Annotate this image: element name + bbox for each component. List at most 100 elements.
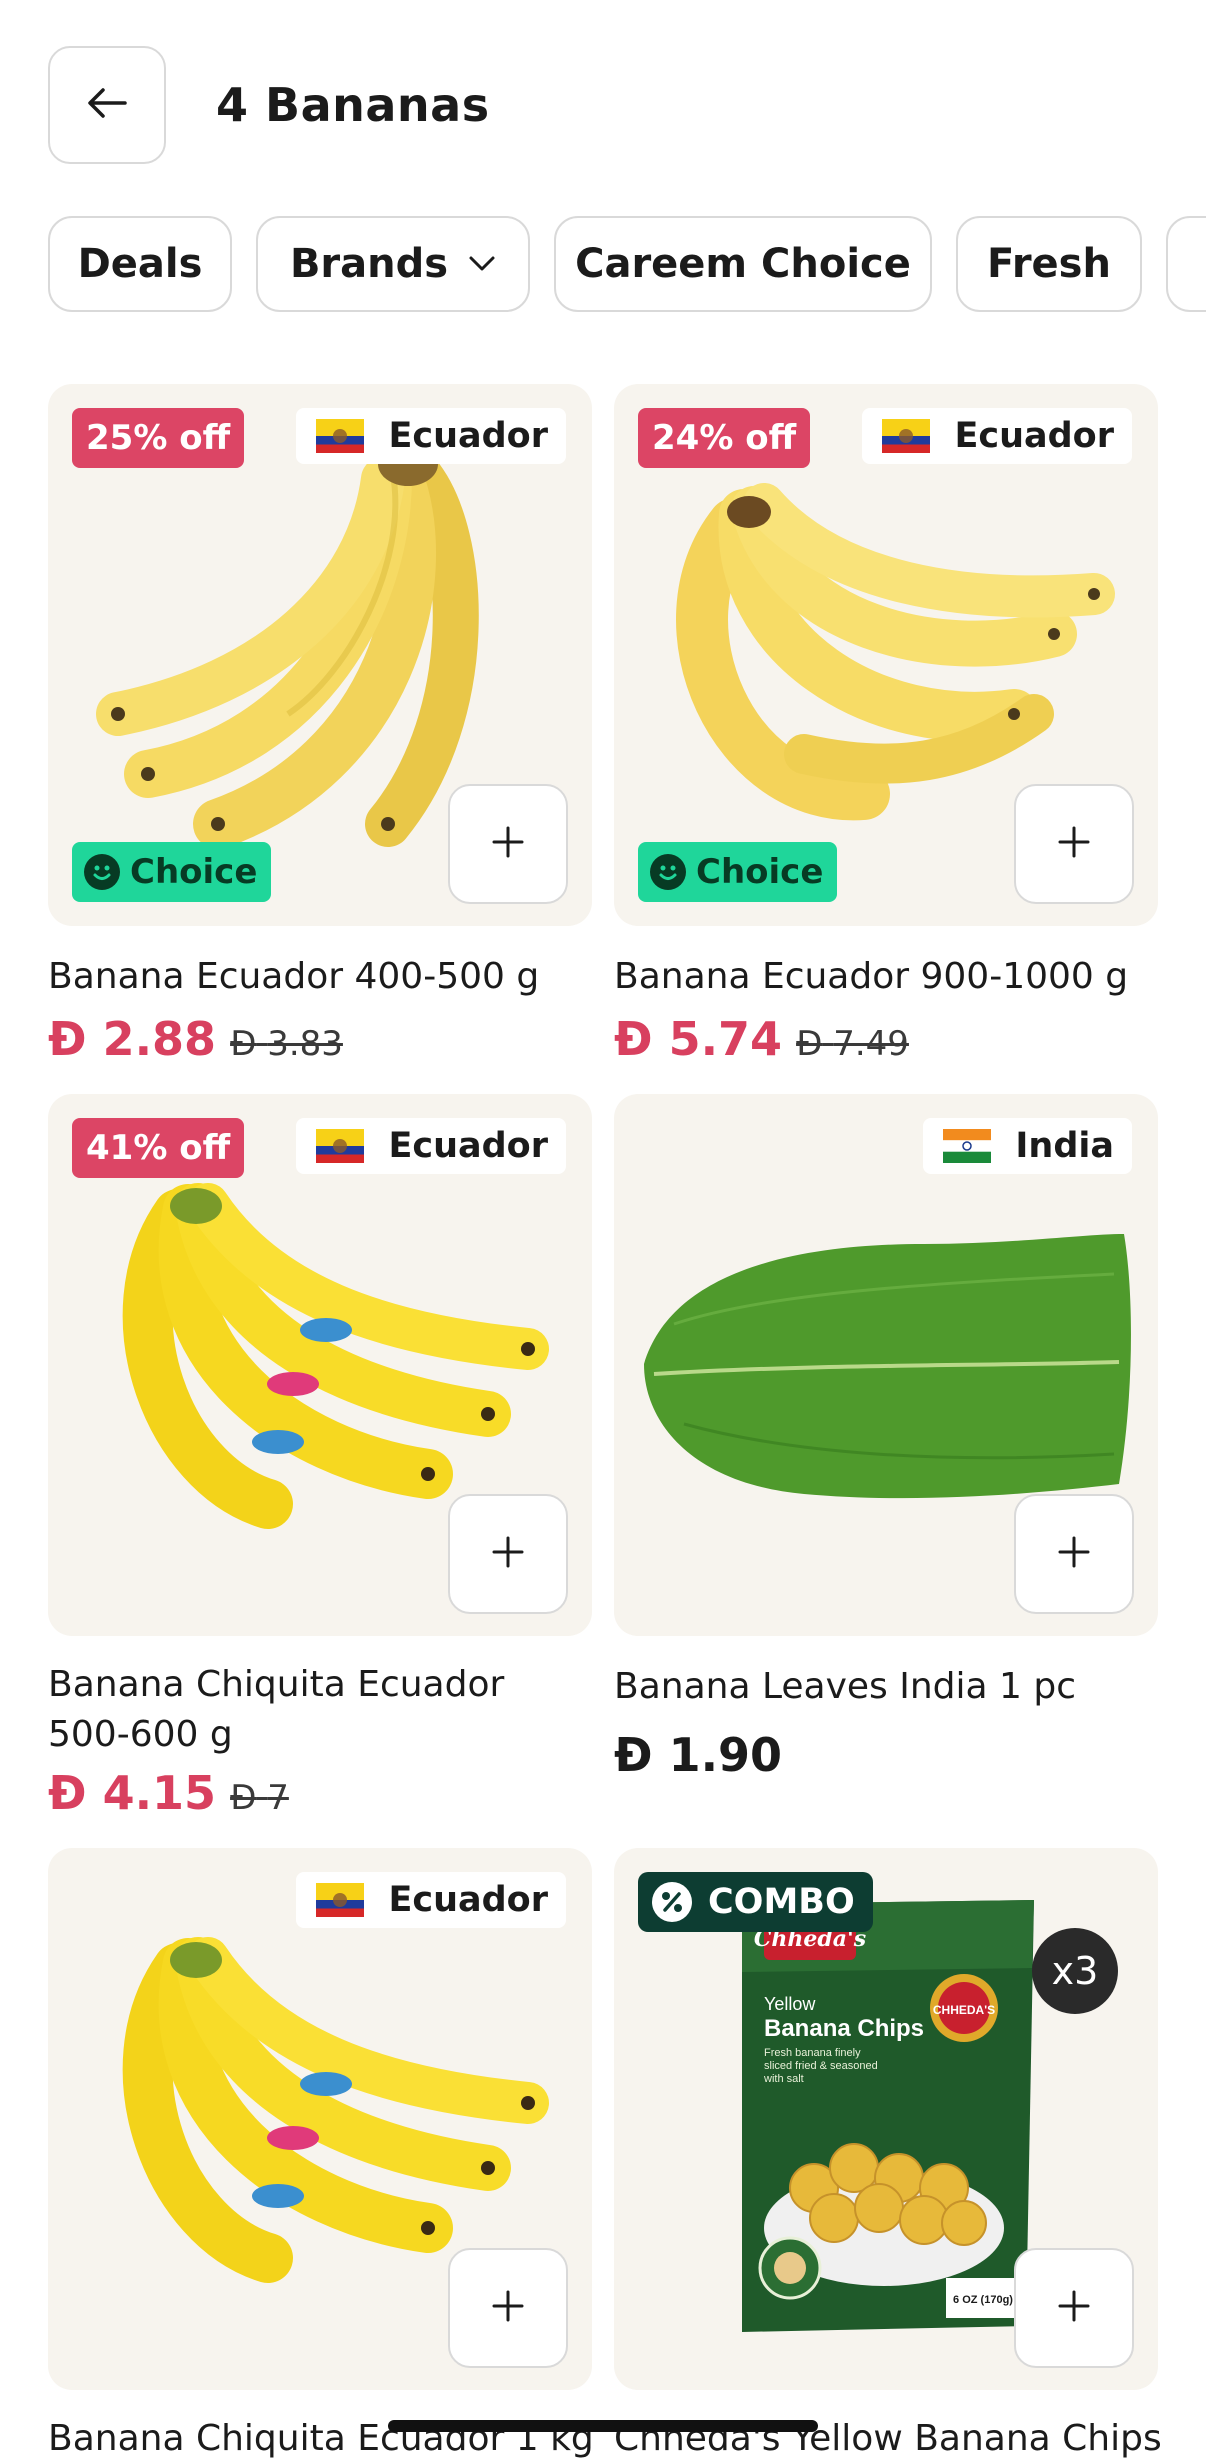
filter-chips: Deals Brands Careem Choice Fresh (0, 216, 1206, 312)
product-name[interactable]: Banana Ecuador 400-500 g (48, 952, 539, 1002)
pack-title-line1: Yellow (764, 1994, 816, 2014)
currency-symbol: Đ (48, 1766, 87, 1820)
price-row: Đ 4.15 Đ 7 (48, 1766, 289, 1820)
smile-icon (650, 854, 686, 890)
price-row: Đ 1.90 (614, 1728, 782, 1782)
price-value: 4.15 (102, 1766, 217, 1820)
origin-badge: Ecuador (862, 408, 1132, 464)
price: Đ 5.74 (614, 1012, 782, 1066)
original-price-value: 3.83 (267, 1024, 343, 1064)
origin-badge: Ecuador (296, 1118, 566, 1174)
back-button[interactable] (48, 46, 166, 164)
product-card[interactable]: India (614, 1094, 1158, 1636)
currency-symbol: Đ (614, 1012, 653, 1066)
add-to-cart-button[interactable] (1014, 784, 1134, 904)
chip-brands[interactable]: Brands (256, 216, 530, 312)
combo-label: COMBO (708, 1882, 855, 1922)
percent-icon (652, 1882, 692, 1922)
product-card[interactable]: 25% off Ecuador Choice (48, 384, 592, 926)
chip-deals[interactable]: Deals (48, 216, 232, 312)
product-name[interactable]: Banana Leaves India 1 pc (614, 1662, 1076, 1712)
product-name[interactable]: Banana Chiquita Ecuador 500-600 g (48, 1660, 504, 1760)
product-name-line: 500-600 g (48, 1714, 233, 1755)
original-price: Đ 3.83 (230, 1024, 343, 1064)
original-price-value: 7.49 (833, 1024, 909, 1064)
ecuador-flag-icon (882, 419, 931, 453)
price-value: 2.88 (102, 1012, 217, 1066)
product-name-line: Banana Chiquita Ecuador (48, 1664, 505, 1705)
original-price: Đ 7 (230, 1778, 289, 1818)
product-card[interactable]: Ecuador (48, 1848, 592, 2390)
add-to-cart-button[interactable] (1014, 1494, 1134, 1614)
price: Đ 4.15 (48, 1766, 216, 1820)
plus-icon (1057, 1535, 1091, 1573)
product-card[interactable]: Chheda's Yellow Banana Chips Fresh banan… (614, 1848, 1158, 2390)
choice-badge: Choice (638, 842, 838, 902)
currency-symbol: Đ (230, 1778, 257, 1818)
plus-icon (1057, 825, 1091, 863)
plus-icon (491, 825, 525, 863)
add-to-cart-button[interactable] (448, 784, 568, 904)
ecuador-flag-icon (316, 1883, 365, 1917)
origin-label: Ecuador (954, 416, 1114, 456)
chevron-down-icon (468, 255, 496, 273)
currency-symbol: Đ (614, 1728, 653, 1782)
product-card[interactable]: 24% off Ecuador Choice (614, 384, 1158, 926)
choice-badge: Choice (72, 842, 272, 902)
choice-label: Choice (696, 852, 824, 892)
chip-label: Fresh (987, 241, 1111, 287)
add-to-cart-button[interactable] (448, 2248, 568, 2368)
product-card[interactable]: 41% off Ecuador (48, 1094, 592, 1636)
quantity-multiplier-badge: x3 (1032, 1928, 1118, 2014)
pack-tagline-line1: Fresh banana finely (764, 2047, 861, 2059)
origin-label: Ecuador (388, 1126, 548, 1166)
currency-symbol: Đ (48, 1012, 87, 1066)
smile-icon (84, 854, 120, 890)
discount-badge: 41% off (72, 1118, 245, 1178)
pack-tagline-line3: with salt (763, 2073, 804, 2085)
chip-label: Brands (289, 241, 449, 287)
plus-icon (491, 1535, 525, 1573)
india-flag-icon (943, 1129, 992, 1163)
origin-label: India (1015, 1126, 1114, 1166)
chip-fresh[interactable]: Fresh (956, 216, 1142, 312)
combo-badge: COMBO (638, 1872, 873, 1932)
pack-seal-text: CHHEDA'S (933, 2003, 995, 2017)
home-indicator[interactable] (388, 2420, 818, 2432)
plus-icon (491, 2289, 525, 2327)
chip-label: Careem Choice (575, 241, 911, 287)
product-name[interactable]: Banana Ecuador 900-1000 g (614, 952, 1128, 1002)
add-to-cart-button[interactable] (448, 1494, 568, 1614)
choice-label: Choice (130, 852, 258, 892)
pack-tagline-line2: sliced fried & seasoned (764, 2060, 878, 2072)
add-to-cart-button[interactable] (1014, 2248, 1134, 2368)
origin-badge: Ecuador (296, 1872, 566, 1928)
origin-badge: India (923, 1118, 1132, 1174)
chip-label: Deals (77, 241, 203, 287)
price: Đ 2.88 (48, 1012, 216, 1066)
original-price: Đ 7.49 (796, 1024, 909, 1064)
arrow-left-icon (85, 81, 129, 129)
price-value: 5.74 (668, 1012, 783, 1066)
original-price-value: 7 (267, 1778, 289, 1818)
currency-symbol: Đ (796, 1024, 823, 1064)
header: 4 Bananas (0, 0, 1206, 200)
discount-badge: 24% off (638, 408, 811, 468)
origin-label: Ecuador (388, 1880, 548, 1920)
plus-icon (1057, 2289, 1091, 2327)
price: Đ 1.90 (614, 1728, 782, 1782)
discount-badge: 25% off (72, 408, 245, 468)
price-row: Đ 5.74 Đ 7.49 (614, 1012, 909, 1066)
page-title: 4 Bananas (216, 78, 490, 132)
chip-more[interactable] (1166, 216, 1206, 312)
ecuador-flag-icon (316, 1129, 365, 1163)
price-row: Đ 2.88 Đ 3.83 (48, 1012, 343, 1066)
price-value: 1.90 (668, 1728, 783, 1782)
currency-symbol: Đ (230, 1024, 257, 1064)
pack-title-line2: Banana Chips (764, 2015, 924, 2042)
pack-weight-text: 6 OZ (170g) (953, 2294, 1013, 2306)
ecuador-flag-icon (316, 419, 365, 453)
chip-careem-choice[interactable]: Careem Choice (554, 216, 932, 312)
origin-badge: Ecuador (296, 408, 566, 464)
origin-label: Ecuador (388, 416, 548, 456)
